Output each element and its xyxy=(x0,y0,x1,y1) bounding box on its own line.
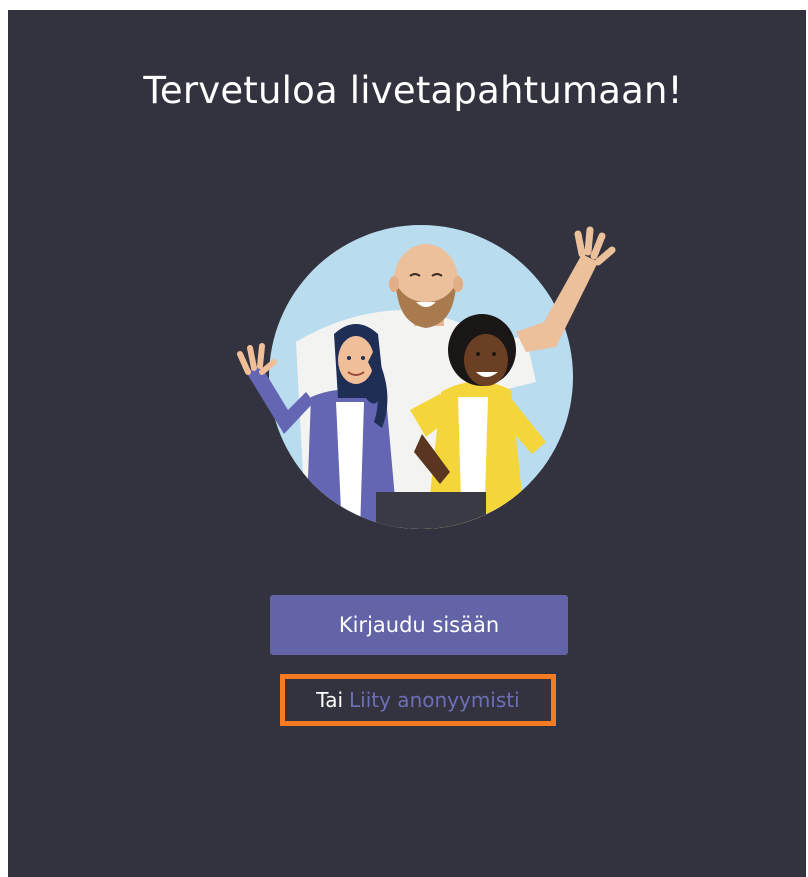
welcome-panel: Tervetuloa livetapahtumaan! Kirjaudu sis… xyxy=(8,10,806,877)
signin-button[interactable]: Kirjaudu sisään xyxy=(270,595,568,655)
page-title: Tervetuloa livetapahtumaan! xyxy=(143,69,683,112)
anonymous-join-option: Tai Liity anonyymisti xyxy=(280,674,556,726)
join-anonymously-link[interactable]: Liity anonyymisti xyxy=(349,688,520,712)
people-waving-illustration xyxy=(237,225,616,529)
or-label: Tai xyxy=(316,688,344,712)
